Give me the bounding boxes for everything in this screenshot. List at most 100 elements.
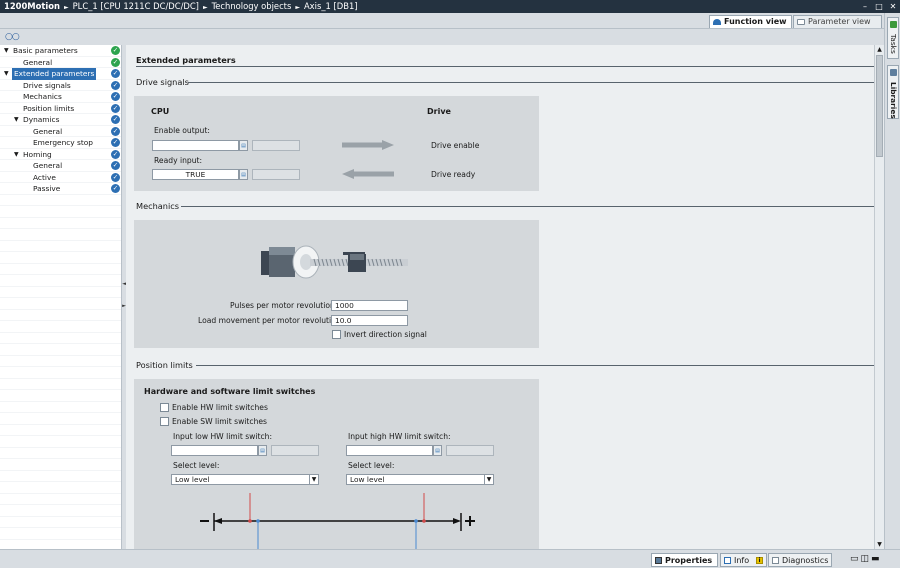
enable-sw-limit-label: Enable SW limit switches — [172, 417, 268, 426]
expand-triangle-icon[interactable]: ▼ — [4, 68, 9, 80]
inspector-tabs-bar: Properties Info i Diagnostics ▭◫▬ — [0, 549, 900, 568]
chevron-down-icon[interactable]: ▼ — [484, 475, 493, 484]
browse-tag-icon[interactable]: ▤ — [433, 445, 442, 456]
chevron-down-icon[interactable]: ▼ — [309, 475, 318, 484]
nav-item-homing-general[interactable]: General ✓ — [0, 160, 121, 172]
minimize-button[interactable]: – — [858, 0, 872, 13]
cpu-label: CPU — [151, 107, 170, 116]
expand-triangle-icon[interactable]: ▼ — [14, 114, 19, 126]
nav-item-dynamics-general[interactable]: General ✓ — [0, 126, 121, 138]
vertical-scrollbar[interactable]: ▲ ▼ — [874, 45, 884, 549]
tab-label: Libraries — [889, 82, 898, 119]
nav-item-homing-passive[interactable]: Passive ✓ — [0, 183, 121, 195]
nav-item-drive-signals[interactable]: Drive signals ✓ — [0, 80, 121, 92]
ok-check-icon: ✓ — [111, 161, 120, 170]
binoculars-icon[interactable]: ○○ — [5, 32, 20, 42]
tab-info[interactable]: Info i — [720, 553, 767, 567]
enable-output-field[interactable] — [152, 140, 239, 151]
select-level-high-label: Select level: — [348, 461, 395, 470]
breadcrumb-item[interactable]: Axis_1 [DB1] — [304, 1, 358, 11]
breadcrumb-item[interactable]: Technology objects — [212, 1, 292, 11]
breadcrumb-item[interactable]: PLC_1 [CPU 1211C DC/DC/DC] — [73, 1, 199, 11]
scroll-up-icon[interactable]: ▲ — [875, 45, 884, 54]
browse-tag-icon[interactable]: ▤ — [239, 140, 248, 151]
navigation-tree: ▼ Basic parameters ✓ General ✓ ▼ Extende… — [0, 45, 122, 549]
enable-sw-limit-checkbox[interactable] — [160, 417, 169, 426]
ok-check-icon: ✓ — [111, 172, 120, 182]
mechanics-panel: Pulses per motor revolution: 1000 Load m… — [134, 220, 539, 348]
nav-item-position-limits[interactable]: Position limits ✓ — [0, 103, 121, 115]
nav-item-label: Dynamics — [23, 115, 60, 124]
scroll-down-icon[interactable]: ▼ — [875, 540, 884, 549]
view-tabs-bar: Function view Parameter view — [0, 13, 884, 29]
browse-tag-icon[interactable]: ▤ — [239, 169, 248, 180]
ok-check-icon: ✓ — [111, 80, 120, 90]
nav-item-general[interactable]: General ✓ — [0, 57, 121, 69]
nav-item-label: Drive signals — [23, 80, 71, 90]
divider — [136, 66, 874, 67]
tab-function-view[interactable]: Function view — [709, 15, 792, 28]
scrollbar-thumb[interactable] — [876, 55, 883, 157]
nav-item-mechanics[interactable]: Mechanics ✓ — [0, 91, 121, 103]
ready-input-field[interactable]: TRUE — [152, 169, 239, 180]
hw-sw-limit-title: Hardware and software limit switches — [144, 387, 316, 396]
enable-hw-limit-checkbox[interactable] — [160, 403, 169, 412]
input-high-label: Input high HW limit switch: — [348, 432, 451, 441]
high-limit-level-select[interactable]: Low level ▼ — [346, 474, 494, 485]
task-card-bar: Tasks Libraries — [884, 13, 900, 549]
divider — [196, 365, 874, 366]
nav-item-label: Mechanics — [23, 92, 62, 101]
maximize-button[interactable]: □ — [872, 0, 886, 13]
nav-item-label: General — [33, 126, 63, 136]
chevron-right-icon: ► — [202, 4, 208, 11]
ok-check-icon: ✓ — [111, 149, 120, 159]
nav-item-emergency-stop[interactable]: Emergency stop ✓ — [0, 137, 121, 149]
input-high-field[interactable] — [346, 445, 433, 456]
tab-parameter-view[interactable]: Parameter view — [793, 15, 882, 28]
tab-label: Properties — [665, 556, 713, 565]
load-movement-label: Load movement per motor revolution: — [198, 316, 344, 325]
nav-item-dynamics[interactable]: ▼ Dynamics ✓ — [0, 114, 121, 126]
tab-properties[interactable]: Properties — [651, 553, 718, 567]
nav-item-label: Extended parameters — [12, 68, 97, 80]
ready-input-address — [252, 169, 300, 180]
ok-check-icon: ✓ — [111, 126, 120, 136]
tab-diagnostics[interactable]: Diagnostics — [768, 553, 832, 567]
breadcrumb-item[interactable]: 1200Motion — [4, 1, 60, 11]
inspector-window-controls[interactable]: ▭◫▬ — [850, 554, 882, 564]
tab-label: Tasks — [889, 34, 898, 54]
browse-tag-icon[interactable]: ▤ — [258, 445, 267, 456]
ok-check-icon: ✓ — [111, 92, 120, 101]
pulses-per-rev-input[interactable]: 1000 — [331, 300, 408, 311]
select-value: Low level — [350, 475, 385, 484]
nav-toolbar: ○○ — [0, 29, 122, 45]
section-header-drive-signals: Drive signals — [136, 77, 189, 87]
divider — [188, 82, 874, 83]
low-limit-level-select[interactable]: Low level ▼ — [171, 474, 319, 485]
expand-triangle-icon[interactable]: ▼ — [4, 45, 9, 57]
nav-item-label: General — [23, 57, 53, 67]
nav-item-extended-parameters[interactable]: ▼ Extended parameters ✓ — [0, 68, 121, 80]
ok-check-icon: ✓ — [111, 57, 120, 67]
input-low-field[interactable] — [171, 445, 258, 456]
nav-item-basic-parameters[interactable]: ▼ Basic parameters ✓ — [0, 45, 121, 57]
nav-item-homing[interactable]: ▼ Homing ✓ — [0, 149, 121, 161]
drive-label: Drive — [427, 107, 451, 116]
tab-tasks[interactable]: Tasks — [887, 17, 899, 59]
nav-item-label: Active — [33, 172, 56, 182]
tab-label: Diagnostics — [782, 556, 829, 565]
section-header-position-limits: Position limits — [136, 360, 193, 370]
chevron-right-icon: ► — [64, 4, 69, 11]
close-button[interactable]: ✕ — [886, 0, 900, 13]
nav-item-homing-active[interactable]: Active ✓ — [0, 172, 121, 184]
nav-item-label: Emergency stop — [33, 138, 93, 147]
main-content: Extended parameters Drive signals CPU Dr… — [126, 45, 874, 549]
select-value: Low level — [175, 475, 210, 484]
nav-item-label: Basic parameters — [13, 46, 78, 55]
function-view-icon — [713, 19, 721, 25]
ok-check-icon: ✓ — [111, 138, 120, 147]
invert-direction-checkbox[interactable] — [332, 330, 341, 339]
expand-triangle-icon[interactable]: ▼ — [14, 149, 19, 161]
load-movement-input[interactable]: 10.0 — [331, 315, 408, 326]
tab-libraries[interactable]: Libraries — [887, 65, 899, 119]
